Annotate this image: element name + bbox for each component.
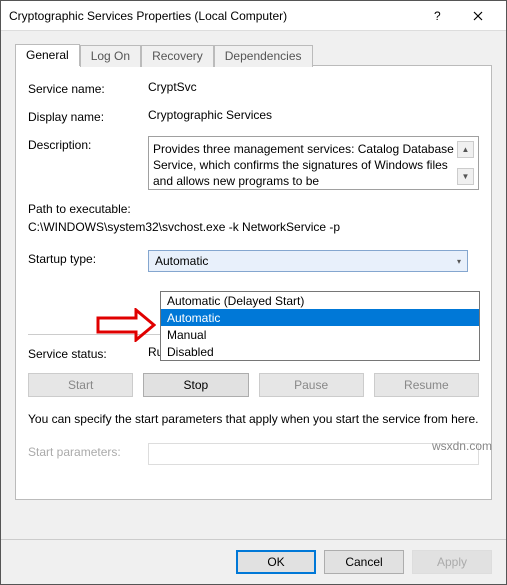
close-button[interactable] (458, 2, 498, 30)
svg-text:?: ? (434, 10, 441, 22)
start-params-label: Start parameters: (28, 443, 148, 459)
start-button: Start (28, 373, 133, 397)
properties-dialog: Cryptographic Services Properties (Local… (0, 0, 507, 585)
window-title: Cryptographic Services Properties (Local… (9, 9, 418, 23)
description-scrollbar[interactable]: ▲ ▼ (457, 141, 474, 185)
red-arrow-annotation (96, 308, 156, 342)
tab-recovery[interactable]: Recovery (141, 45, 214, 67)
service-name-label: Service name: (28, 80, 148, 96)
chevron-down-icon: ▾ (457, 257, 461, 266)
cancel-button[interactable]: Cancel (324, 550, 404, 574)
tab-general[interactable]: General (15, 44, 80, 66)
startup-type-label: Startup type: (28, 250, 148, 266)
stop-button[interactable]: Stop (143, 373, 248, 397)
scroll-down-icon[interactable]: ▼ (457, 168, 474, 185)
apply-button: Apply (412, 550, 492, 574)
display-name-value: Cryptographic Services (148, 108, 479, 122)
row-display-name: Display name: Cryptographic Services (28, 108, 479, 124)
row-start-params: Start parameters: (28, 443, 479, 465)
option-disabled[interactable]: Disabled (161, 343, 479, 360)
service-name-value: CryptSvc (148, 80, 479, 94)
help-button[interactable]: ? (418, 2, 458, 30)
description-label: Description: (28, 136, 148, 152)
row-description: Description: Provides three management s… (28, 136, 479, 190)
resume-button: Resume (374, 373, 479, 397)
description-text: Provides three management services: Cata… (153, 141, 457, 189)
footer-buttons: OK Cancel Apply (1, 539, 506, 584)
control-buttons: Start Stop Pause Resume (28, 373, 479, 397)
start-params-input (148, 443, 479, 465)
option-automatic[interactable]: Automatic (161, 309, 479, 326)
startup-type-value: Automatic (155, 254, 208, 268)
tab-strip: General Log On Recovery Dependencies (15, 43, 492, 65)
option-automatic-delayed[interactable]: Automatic (Delayed Start) (161, 292, 479, 309)
path-label: Path to executable: (28, 202, 479, 216)
content-area: General Log On Recovery Dependencies Ser… (1, 31, 506, 539)
row-startup-type: Startup type: Automatic ▾ (28, 250, 479, 272)
titlebar: Cryptographic Services Properties (Local… (1, 1, 506, 31)
row-service-name: Service name: CryptSvc (28, 80, 479, 96)
tab-log-on[interactable]: Log On (80, 45, 141, 67)
path-value: C:\WINDOWS\system32\svchost.exe -k Netwo… (28, 220, 479, 234)
description-box: Provides three management services: Cata… (148, 136, 479, 190)
watermark-text: wsxdn.com (432, 439, 492, 453)
display-name-label: Display name: (28, 108, 148, 124)
option-manual[interactable]: Manual (161, 326, 479, 343)
general-panel: Service name: CryptSvc Display name: Cry… (15, 65, 492, 500)
pause-button: Pause (259, 373, 364, 397)
note-text: You can specify the start parameters tha… (28, 411, 479, 427)
startup-type-dropdown[interactable]: Automatic (Delayed Start) Automatic Manu… (160, 291, 480, 361)
startup-type-select[interactable]: Automatic ▾ (148, 250, 468, 272)
service-status-label: Service status: (28, 345, 148, 361)
scroll-up-icon[interactable]: ▲ (457, 141, 474, 158)
tab-dependencies[interactable]: Dependencies (214, 45, 313, 67)
ok-button[interactable]: OK (236, 550, 316, 574)
